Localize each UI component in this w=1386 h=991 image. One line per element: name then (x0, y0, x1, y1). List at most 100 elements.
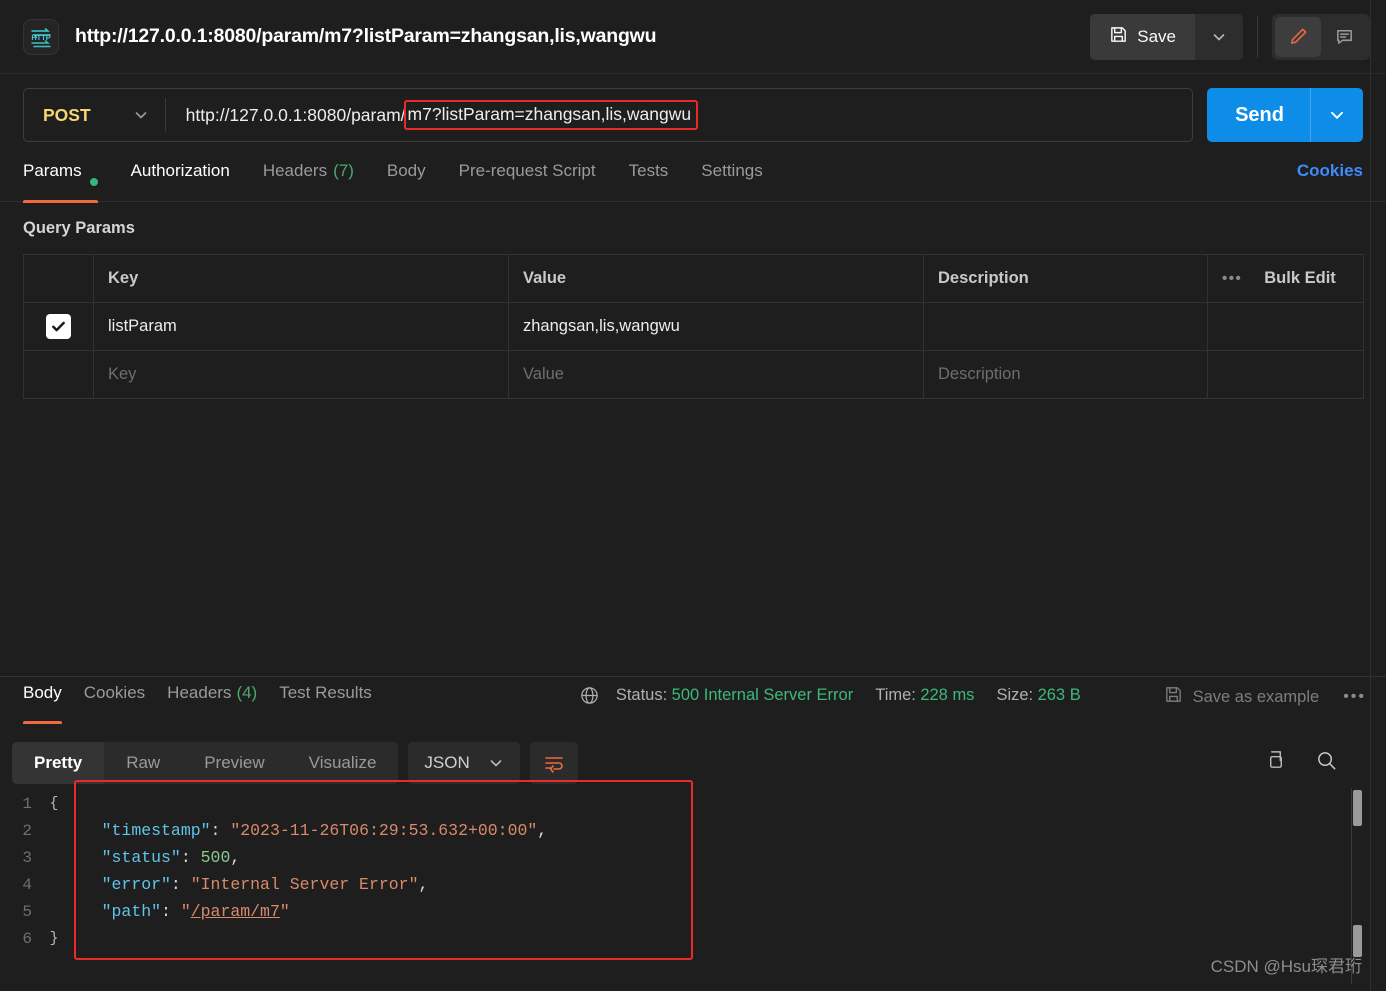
save-as-example-button[interactable]: Save as example ••• (1164, 682, 1366, 709)
status-label: Status: (615, 686, 668, 704)
status-badge: 500 Internal Server Error (671, 686, 854, 704)
response-format-selector[interactable]: JSON (408, 742, 520, 784)
fold-marker[interactable]: { (46, 795, 62, 812)
column-header-key: Key (93, 254, 509, 303)
tab-authorization-label: Authorization (130, 161, 230, 180)
json-punct: " (180, 902, 191, 921)
search-icon (1318, 752, 1336, 770)
save-dropdown-button[interactable] (1195, 13, 1243, 60)
tab-headers-label: Headers (262, 161, 328, 180)
tab-body[interactable]: Body (387, 160, 426, 202)
table-actions-cell: ••• Bulk Edit (1207, 254, 1364, 303)
window-right-divider (1370, 0, 1371, 991)
tab-headers-count: (7) (333, 161, 354, 180)
comment-icon (1336, 30, 1352, 44)
url-input-shell: POST http://127.0.0.1:8080/param/m7?list… (23, 88, 1194, 142)
url-input[interactable]: http://127.0.0.1:8080/param/m7?listParam… (166, 89, 1192, 141)
search-button[interactable] (1315, 749, 1338, 777)
view-mode-raw[interactable]: Raw (104, 742, 182, 784)
view-mode-pretty[interactable]: Pretty (12, 742, 105, 784)
json-key: "timestamp" (101, 821, 211, 840)
json-punct: : (161, 902, 181, 921)
tab-tests[interactable]: Tests (629, 160, 669, 202)
save-button[interactable]: Save (1090, 13, 1195, 60)
fold-marker[interactable]: } (46, 930, 62, 947)
param-key-cell[interactable]: listParam (93, 302, 509, 351)
edit-request-button[interactable] (1275, 16, 1321, 57)
tab-pre-request-script[interactable]: Pre-request Script (459, 160, 596, 202)
new-param-description-input[interactable]: Description (923, 350, 1208, 399)
chevron-down-icon (490, 760, 502, 767)
header-actions: Save (1090, 13, 1370, 60)
code-line-content: "path": "/param/m7" (62, 902, 290, 921)
request-tabs: Params Authorization Headers (7) Body Pr… (0, 160, 1386, 203)
json-key: "status" (101, 848, 181, 867)
floppy-disk-icon (1164, 685, 1183, 709)
send-dropdown-button[interactable] (1311, 88, 1363, 142)
response-tab-headers-label: Headers (167, 683, 232, 702)
param-description-cell[interactable] (923, 302, 1208, 351)
code-line: 1 { (12, 790, 1374, 817)
param-enabled-checkbox[interactable] (46, 313, 71, 339)
new-param-value-input[interactable]: Value (508, 350, 924, 399)
response-tab-headers[interactable]: Headers (4) (167, 682, 257, 724)
view-mode-preview[interactable]: Preview (182, 742, 286, 784)
view-mode-visualize[interactable]: Visualize (287, 742, 399, 784)
select-all-cell (23, 254, 94, 303)
new-row-actions-cell (1207, 350, 1364, 399)
svg-text:HTTP: HTTP (31, 33, 50, 42)
json-punct: " (279, 902, 290, 921)
json-string-value: "Internal Server Error" (190, 875, 419, 894)
response-tab-headers-count: (4) (236, 683, 258, 702)
response-viewer-actions (1264, 749, 1338, 777)
url-bar-row: POST http://127.0.0.1:8080/param/m7?list… (23, 88, 1363, 142)
code-scrollbar-thumb[interactable] (1353, 790, 1362, 826)
new-row-checkbox-cell (23, 350, 94, 399)
json-key: "path" (101, 902, 162, 921)
response-options-button[interactable]: ••• (1343, 688, 1366, 706)
response-body-code[interactable]: 1 { 2 "timestamp": "2023-11-26T06:29:53.… (12, 790, 1374, 970)
response-status-bar: Status: 500 Internal Server Error Time: … (579, 682, 1081, 706)
tab-settings[interactable]: Settings (701, 160, 762, 202)
word-wrap-icon (544, 757, 563, 773)
json-punct: : (180, 848, 201, 867)
table-options-button[interactable]: ••• (1222, 270, 1242, 287)
code-line: 2 "timestamp": "2023-11-26T06:29:53.632+… (12, 817, 1374, 844)
response-tab-test-results[interactable]: Test Results (279, 682, 372, 724)
http-method-selector[interactable]: POST (24, 89, 165, 141)
comments-button[interactable] (1321, 17, 1367, 57)
bulk-edit-button[interactable]: Bulk Edit (1264, 269, 1336, 288)
param-value-cell[interactable]: zhangsan,lis,wangwu (508, 302, 924, 351)
new-param-key-input[interactable]: Key (93, 350, 509, 399)
url-prefix-text: http://127.0.0.1:8080/param/ (185, 104, 406, 125)
json-punct: , (537, 821, 548, 840)
response-tab-cookies-label: Cookies (83, 683, 146, 702)
pane-splitter[interactable] (0, 676, 1386, 677)
line-number: 2 (22, 821, 32, 840)
cookies-link[interactable]: Cookies (1297, 160, 1363, 181)
word-wrap-button[interactable] (529, 742, 578, 784)
header-icon-group (1272, 13, 1370, 60)
size-label: Size: (996, 686, 1034, 704)
json-string-value: "2023-11-26T06:29:53.632+00:00" (230, 821, 538, 840)
response-tab-body[interactable]: Body (23, 682, 62, 724)
chevron-down-icon (1213, 33, 1225, 40)
postman-window: HTTP http://127.0.0.1:8080/param/m7?list… (0, 0, 1386, 991)
save-as-example-label: Save as example (1192, 687, 1320, 706)
tab-params[interactable]: Params (23, 160, 98, 203)
line-number: 3 (22, 848, 32, 867)
copy-button[interactable] (1264, 749, 1287, 777)
line-number: 4 (22, 875, 32, 894)
size-value: 263 B (1037, 686, 1081, 704)
active-tab-underline (23, 200, 98, 203)
json-number-value: 500 (200, 848, 231, 867)
json-link-value[interactable]: /param/m7 (191, 902, 280, 921)
watermark: CSDN @Hsu琛君珩 (1210, 957, 1362, 976)
tab-headers[interactable]: Headers (7) (263, 160, 354, 202)
line-number: 5 (22, 902, 32, 921)
globe-icon[interactable] (579, 685, 600, 706)
tab-authorization[interactable]: Authorization (131, 160, 230, 202)
query-params-table: Key Value Description ••• Bulk Edit list… (23, 254, 1364, 399)
response-tab-cookies[interactable]: Cookies (84, 682, 145, 724)
send-button[interactable]: Send (1207, 88, 1310, 142)
